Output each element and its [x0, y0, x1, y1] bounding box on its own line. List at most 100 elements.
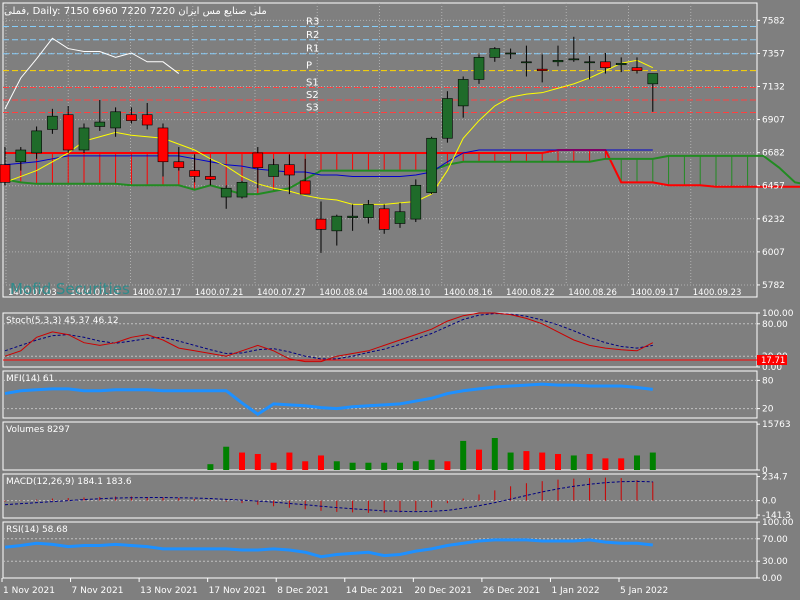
time-tick-label: 8 Dec 2021	[277, 586, 329, 596]
candle-body	[126, 114, 137, 121]
candle-body	[631, 67, 643, 71]
time-tick-label: 20 Dec 2021	[414, 586, 472, 596]
candle-body	[584, 61, 595, 64]
volume-bar	[444, 461, 451, 470]
candle-body	[94, 121, 106, 127]
volume-bar	[207, 464, 214, 470]
trading-chart[interactable]: R3 R2 R1 P S1S2 S3 7582 7357 7132 6907 6682 6457 62…	[0, 0, 800, 600]
volume-bar	[476, 449, 482, 470]
candle-body	[378, 208, 390, 230]
pivot-label-s2: S2	[306, 90, 319, 101]
axis-tick-label: 70.00	[762, 535, 788, 545]
candle-body	[252, 152, 264, 168]
volume-bar	[223, 446, 230, 470]
candle-body	[489, 48, 501, 58]
pivot-label-s3: S3	[306, 103, 319, 114]
candle-body	[47, 115, 58, 130]
candle-body	[615, 62, 627, 66]
time-tick-label: 17 Nov 2021	[209, 586, 267, 596]
volume-bar	[523, 451, 530, 470]
candle-body	[62, 114, 74, 151]
axis-tick-label: 234.7	[762, 473, 788, 483]
candle-body	[299, 180, 311, 195]
candle-body	[268, 164, 279, 177]
axis-tick-label: 15763	[762, 420, 791, 430]
panel-title: Volumes 8297	[6, 425, 70, 435]
pivot-label-s1: S1	[306, 78, 319, 89]
pivot-label-r2: R2	[306, 30, 319, 41]
date-tick-label: 1400.09.17	[631, 288, 680, 298]
axis-tick-label: 30.00	[762, 557, 788, 567]
axis-tick-label: 0.0	[762, 497, 777, 507]
candle-body	[426, 137, 437, 193]
axis-tick-label: 0.00	[762, 574, 782, 584]
date-tick-label: 1400.07.17	[133, 288, 182, 298]
pivot-label-p: P	[306, 61, 312, 72]
candle-body	[236, 182, 248, 198]
candle-body	[410, 184, 422, 220]
candle-body	[189, 170, 200, 177]
candle-body	[284, 164, 295, 176]
candle-body	[521, 61, 532, 64]
date-tick-label: 1400.07.21	[195, 288, 244, 298]
volume-bar	[254, 454, 261, 470]
candle-body	[315, 218, 327, 230]
date-tick-label: 1400.07.27	[257, 288, 306, 298]
candle-body	[110, 111, 121, 129]
candle-body	[536, 68, 548, 71]
candle-body	[31, 130, 42, 154]
candle-body	[15, 149, 27, 163]
date-tick-label: 1400.09.23	[693, 288, 742, 298]
price-tick-label: 6457	[762, 182, 785, 192]
candle-body	[647, 73, 659, 85]
volume-bar	[381, 462, 388, 470]
pivot-label-r1: R1	[306, 44, 319, 55]
volume-bar	[365, 462, 372, 470]
candle-body	[600, 61, 611, 68]
volume-bar	[539, 452, 546, 470]
candle-body	[205, 176, 216, 180]
watermark: Mofid Securities	[10, 280, 130, 298]
price-tick-label: 6232	[762, 215, 785, 225]
date-tick-label: 1400.08.22	[506, 288, 555, 298]
axis-tick-label: 100.00	[762, 518, 794, 528]
volume-bar	[649, 452, 656, 470]
price-tick-label: 6007	[762, 248, 785, 258]
volume-bar	[397, 462, 403, 470]
price-axis: 7582 7357 7132 6907 6682 6457 6232 6007 5782	[757, 16, 785, 291]
axis-tick-label: 100.00	[762, 309, 794, 319]
candle-body	[552, 60, 564, 63]
time-tick-label: 1 Jan 2022	[551, 586, 599, 596]
candle-body	[141, 114, 153, 126]
date-tick-label: 1400.08.10	[382, 288, 431, 298]
volume-bar	[555, 454, 561, 470]
candle-body	[457, 79, 469, 107]
time-tick-label: 1 Nov 2021	[3, 586, 55, 596]
volume-bar	[586, 454, 593, 470]
volume-bar	[618, 458, 625, 470]
volume-bar	[428, 459, 435, 470]
date-tick-label: 1400.08.04	[319, 288, 368, 298]
candle-body	[505, 52, 516, 55]
date-tick-label: 1400.08.26	[568, 288, 617, 298]
axis-tick-label: 80.00	[762, 320, 788, 330]
candle-body	[331, 215, 343, 232]
volume-bar	[570, 455, 577, 470]
volume-bar	[349, 462, 356, 470]
volume-bar	[507, 452, 514, 470]
axis-tick-label: 80	[762, 376, 774, 386]
panel-title: MFI(14) 61	[6, 374, 54, 384]
price-tick-label: 7357	[762, 49, 785, 59]
volume-bar	[634, 455, 640, 470]
price-tick-label: 7132	[762, 82, 785, 92]
volume-bar	[286, 452, 293, 470]
candle-body	[363, 204, 374, 218]
volume-bar	[302, 461, 309, 470]
volume-bar	[239, 452, 245, 470]
candle-body	[568, 58, 580, 61]
candle-body	[157, 127, 169, 163]
volume-bar	[333, 461, 340, 470]
candle-body	[442, 98, 453, 139]
panel-title: MACD(12,26,9) 184.1 183.6	[6, 477, 132, 487]
time-tick-label: 13 Nov 2021	[140, 586, 198, 596]
